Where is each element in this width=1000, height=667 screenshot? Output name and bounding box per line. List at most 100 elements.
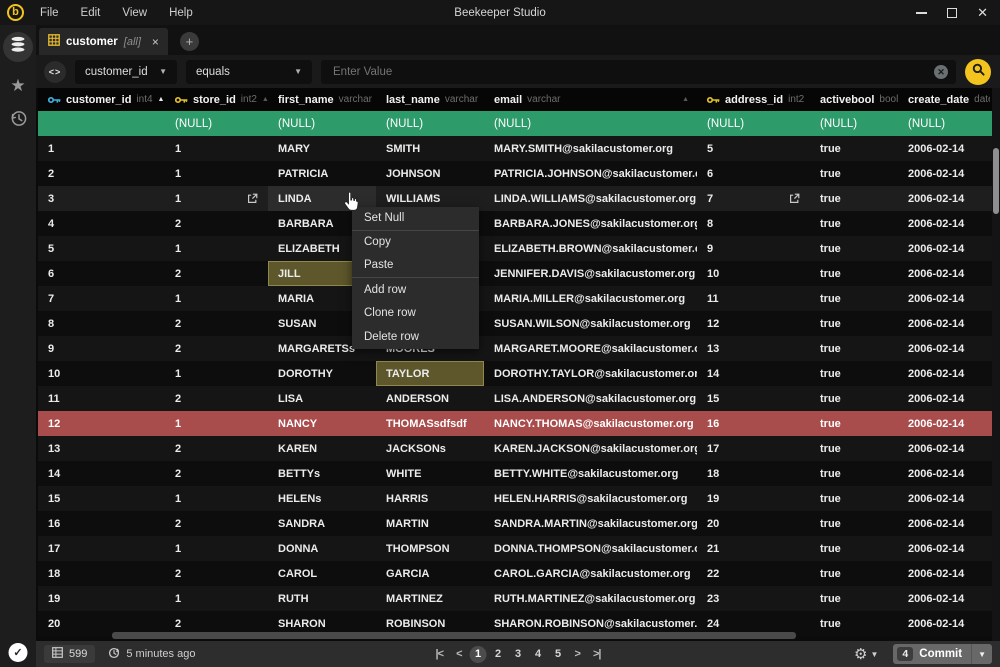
cell[interactable]: 23 — [697, 586, 810, 611]
context-menu-item-paste[interactable]: Paste — [352, 254, 479, 278]
table-settings-button[interactable]: ⚙ ▼ — [854, 647, 878, 662]
minimize-button[interactable] — [916, 12, 927, 14]
cell[interactable]: HARRIS — [376, 486, 484, 511]
table-row[interactable]: 82SUSANWILSONSUSAN.WILSON@sakilacustomer… — [38, 311, 1000, 336]
cell[interactable]: WHITE — [376, 461, 484, 486]
cell[interactable]: 17 — [38, 536, 165, 561]
cell[interactable]: true — [810, 261, 898, 286]
cell[interactable]: 2006-02-14 — [898, 386, 990, 411]
cell[interactable]: true — [810, 386, 898, 411]
cell[interactable]: NANCY.THOMAS@sakilacustomer.org — [484, 411, 697, 436]
cell[interactable]: 5 — [38, 236, 165, 261]
column-header-address_id[interactable]: address_idint2▲ — [697, 88, 810, 111]
cell[interactable]: DOROTHY.TAYLOR@sakilacustomer.org — [484, 361, 697, 386]
cell[interactable]: 11 — [697, 286, 810, 311]
table-row[interactable]: 182CAROLGARCIACAROL.GARCIA@sakilacustome… — [38, 561, 1000, 586]
cell[interactable]: 18 — [38, 561, 165, 586]
cell[interactable]: 2006-02-14 — [898, 586, 990, 611]
expand-cell-icon[interactable] — [789, 193, 806, 204]
cell[interactable]: 2006-02-14 — [898, 311, 990, 336]
cell[interactable]: ELIZABETH.BROWN@sakilacustomer.org — [484, 236, 697, 261]
cell[interactable]: DOROTHY — [268, 361, 376, 386]
cell[interactable]: 2 — [165, 436, 268, 461]
apply-filter-button[interactable] — [965, 59, 991, 85]
cell[interactable]: 14 — [38, 461, 165, 486]
table-row[interactable]: 162SANDRAMARTINSANDRA.MARTIN@sakilacusto… — [38, 511, 1000, 536]
cell[interactable]: LINDA.WILLIAMS@sakilacustomer.org — [484, 186, 697, 211]
column-header-activebool[interactable]: activeboolbool▲ — [810, 88, 898, 111]
table-row[interactable]: 121NANCYTHOMASsdfsdfNANCY.THOMAS@sakilac… — [38, 411, 1000, 436]
menu-help[interactable]: Help — [169, 7, 193, 19]
insert-cell[interactable]: (NULL) — [898, 111, 990, 136]
cell[interactable]: 1 — [165, 161, 268, 186]
cell[interactable]: SANDRA.MARTIN@sakilacustomer.org — [484, 511, 697, 536]
cell[interactable]: ANDERSON — [376, 386, 484, 411]
insert-cell[interactable]: (NULL) — [810, 111, 898, 136]
page-button-4[interactable]: 4 — [530, 646, 547, 663]
cell[interactable]: true — [810, 486, 898, 511]
cell[interactable]: 19 — [38, 586, 165, 611]
cell[interactable]: SANDRA — [268, 511, 376, 536]
sql-code-toggle-button[interactable]: <> — [44, 61, 66, 83]
cell[interactable]: 8 — [38, 311, 165, 336]
record-count-chip[interactable]: 599 — [44, 645, 95, 663]
cell[interactable]: 4 — [38, 211, 165, 236]
menu-edit[interactable]: Edit — [81, 7, 101, 19]
clear-filter-icon[interactable]: ✕ — [934, 65, 948, 79]
table-row[interactable]: 51ELIZABETHBROWNELIZABETH.BROWN@sakilacu… — [38, 236, 1000, 261]
insert-row[interactable]: (NULL)(NULL)(NULL)(NULL)(NULL)(NULL)(NUL… — [38, 111, 1000, 136]
cell[interactable]: 1 — [165, 236, 268, 261]
insert-cell[interactable]: (NULL) — [165, 111, 268, 136]
table-row[interactable]: 151HELENsHARRISHELEN.HARRIS@sakilacustom… — [38, 486, 1000, 511]
insert-cell[interactable] — [38, 111, 165, 136]
cell[interactable]: 2006-02-14 — [898, 336, 990, 361]
cell[interactable]: CAROL.GARCIA@sakilacustomer.org — [484, 561, 697, 586]
cell[interactable]: 1 — [165, 411, 268, 436]
page-button-1[interactable]: 1 — [470, 646, 487, 663]
cell[interactable]: PATRICIA — [268, 161, 376, 186]
column-header-last_name[interactable]: last_namevarchar▲ — [376, 88, 484, 111]
cell[interactable]: 10 — [38, 361, 165, 386]
cell[interactable]: 1 — [165, 136, 268, 161]
cell[interactable]: TAYLOR — [376, 361, 484, 386]
menu-file[interactable]: File — [40, 7, 59, 19]
filter-column-select[interactable]: customer_id ▼ — [75, 60, 177, 84]
cell[interactable]: MARTIN — [376, 511, 484, 536]
cell[interactable]: 14 — [697, 361, 810, 386]
cell[interactable]: BARBARA.JONES@sakilacustomer.org — [484, 211, 697, 236]
cell[interactable]: true — [810, 161, 898, 186]
cell[interactable]: 9 — [697, 236, 810, 261]
maximize-button[interactable] — [947, 8, 957, 18]
context-menu-item-set-null[interactable]: Set Null — [352, 207, 479, 231]
expand-cell-icon[interactable] — [247, 193, 264, 204]
cell[interactable]: 2 — [165, 261, 268, 286]
cell[interactable]: 2006-02-14 — [898, 436, 990, 461]
table-row[interactable]: 31LINDAWILLIAMSLINDA.WILLIAMS@sakilacust… — [38, 186, 1000, 211]
vertical-scrollbar-thumb[interactable] — [993, 148, 999, 214]
sort-arrow-icon[interactable]: ▲ — [158, 96, 165, 103]
cell[interactable]: true — [810, 411, 898, 436]
cell[interactable]: true — [810, 286, 898, 311]
context-menu-item-copy[interactable]: Copy — [352, 231, 479, 255]
cell[interactable]: 13 — [697, 336, 810, 361]
cell[interactable]: 1 — [165, 361, 268, 386]
cell[interactable]: 2006-02-14 — [898, 511, 990, 536]
cell[interactable]: 20 — [697, 511, 810, 536]
cell[interactable]: BETTYs — [268, 461, 376, 486]
cell[interactable]: KAREN.JACKSON@sakilacustomer.org — [484, 436, 697, 461]
cell[interactable]: 2006-02-14 — [898, 186, 990, 211]
cell[interactable]: true — [810, 461, 898, 486]
cell[interactable]: JACKSONs — [376, 436, 484, 461]
cell[interactable]: 2 — [38, 161, 165, 186]
insert-cell[interactable]: (NULL) — [268, 111, 376, 136]
cell[interactable]: true — [810, 436, 898, 461]
cell[interactable]: 16 — [38, 511, 165, 536]
cell[interactable]: true — [810, 236, 898, 261]
cell[interactable]: 2006-02-14 — [898, 411, 990, 436]
cell[interactable]: JENNIFER.DAVIS@sakilacustomer.org — [484, 261, 697, 286]
cell[interactable]: 2 — [165, 561, 268, 586]
cell[interactable]: 1 — [165, 286, 268, 311]
table-row[interactable]: 191RUTHMARTINEZRUTH.MARTINEZ@sakilacusto… — [38, 586, 1000, 611]
cell[interactable]: 15 — [697, 386, 810, 411]
sidebar-item-favorites[interactable]: ★ — [10, 77, 25, 94]
